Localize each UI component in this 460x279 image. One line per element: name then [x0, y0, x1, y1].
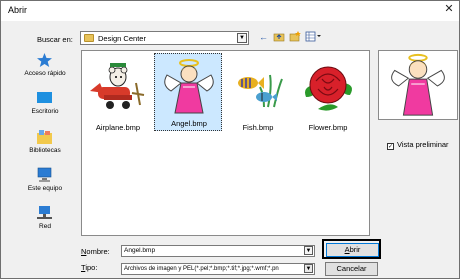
preview-pane [378, 50, 458, 120]
file-name: Angel.bmp [171, 119, 207, 128]
file-item-fish[interactable]: Fish.bmp [224, 57, 292, 135]
place-label: Acceso rápido [24, 70, 66, 77]
place-network[interactable]: Red [14, 205, 76, 241]
angel-thumbnail [164, 59, 214, 114]
computer-icon [36, 167, 53, 183]
file-item-angel[interactable]: Angel.bmp [154, 53, 222, 131]
star-icon [36, 52, 53, 68]
file-name: Airplane.bmp [95, 123, 141, 132]
title-bar: Abrir ✕ [1, 1, 459, 21]
file-type-value: Archivos de imagen y PEL(*.pel;*.bmp;*.t… [124, 266, 279, 272]
libraries-icon [36, 129, 53, 145]
file-name: Fish.bmp [242, 123, 274, 132]
flower-thumbnail [305, 66, 352, 111]
view-menu-icon[interactable] [304, 31, 322, 44]
place-libraries[interactable]: Bibliotecas [14, 129, 76, 165]
angel-preview-image [391, 53, 445, 116]
chevron-down-icon[interactable]: ▼ [304, 264, 313, 273]
file-type-label: Tipo: [81, 263, 98, 272]
airplane-thumbnail [90, 63, 145, 109]
place-label: Red [39, 223, 51, 230]
up-folder-icon[interactable] [272, 31, 285, 44]
back-arrow-icon[interactable]: ← [257, 31, 270, 44]
look-in-label: Buscar en: [37, 35, 73, 44]
file-name-value: Angel.bmp [124, 247, 156, 254]
preview-checkbox[interactable]: ✓ [387, 143, 394, 150]
place-label: Este equipo [27, 185, 63, 192]
cancel-button[interactable]: Cancelar [325, 262, 378, 276]
file-name-input[interactable]: Angel.bmp ▼ [121, 245, 315, 257]
file-type-select[interactable]: Archivos de imagen y PEL(*.pel;*.bmp;*.t… [121, 263, 315, 275]
look-in-value: Design Center [98, 34, 146, 43]
new-folder-icon[interactable] [288, 31, 301, 44]
folder-icon [84, 34, 94, 42]
chevron-down-icon[interactable]: ▼ [237, 33, 247, 43]
open-button-highlight: Abrir [322, 239, 381, 259]
place-label: Escritorio [31, 108, 59, 115]
place-label: Bibliotecas [29, 147, 61, 154]
chevron-down-icon[interactable]: ▼ [304, 246, 313, 255]
file-item-flower[interactable]: Flower.bmp [294, 57, 362, 135]
place-this-pc[interactable]: Este equipo [14, 167, 76, 203]
file-item-airplane[interactable]: Airplane.bmp [84, 57, 152, 135]
network-icon [36, 205, 53, 221]
window-title: Abrir [8, 5, 28, 15]
open-dialog: Abrir ✕ Buscar en: Design Center ▼ ← Acc… [0, 0, 460, 279]
preview-checkbox-label: Vista preliminar [397, 140, 449, 149]
file-list[interactable]: Airplane.bmp Angel.bmp Fish.bmp Flower.b… [81, 50, 370, 236]
preview-toggle[interactable]: ✓ Vista preliminar [387, 140, 449, 150]
place-desktop[interactable]: Escritorio [14, 90, 76, 126]
close-icon[interactable]: ✕ [441, 1, 457, 17]
file-name: Flower.bmp [308, 123, 348, 132]
place-quick-access[interactable]: Acceso rápido [14, 52, 76, 88]
file-name-label: Nombre: [81, 247, 110, 256]
look-in-combo[interactable]: Design Center ▼ [80, 31, 249, 45]
open-button[interactable]: Abrir [326, 243, 379, 257]
fish-thumbnail [238, 74, 283, 108]
places-bar: Acceso rápido Escritorio Bibliotecas Est… [14, 50, 76, 270]
desktop-icon [36, 90, 53, 106]
